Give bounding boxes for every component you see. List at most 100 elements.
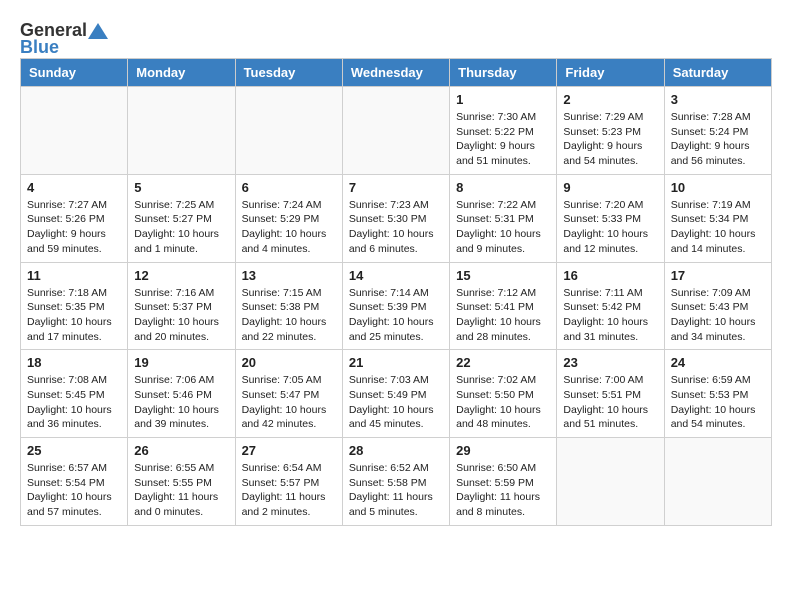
calendar-cell: 15 Sunrise: 7:12 AMSunset: 5:41 PMDayligh… bbox=[450, 262, 557, 350]
calendar-cell: 26 Sunrise: 6:55 AMSunset: 5:55 PMDayligh… bbox=[128, 438, 235, 526]
calendar-cell: 4 Sunrise: 7:27 AMSunset: 5:26 PMDaylight… bbox=[21, 174, 128, 262]
day-number: 25 bbox=[27, 443, 121, 458]
day-number: 10 bbox=[671, 180, 765, 195]
day-info: Sunrise: 7:03 AMSunset: 5:49 PMDaylight:… bbox=[349, 373, 443, 432]
calendar-cell: 9 Sunrise: 7:20 AMSunset: 5:33 PMDaylight… bbox=[557, 174, 664, 262]
col-header-sunday: Sunday bbox=[21, 59, 128, 87]
day-number: 21 bbox=[349, 355, 443, 370]
day-info: Sunrise: 7:12 AMSunset: 5:41 PMDaylight:… bbox=[456, 286, 550, 345]
day-info: Sunrise: 7:14 AMSunset: 5:39 PMDaylight:… bbox=[349, 286, 443, 345]
calendar-cell: 23 Sunrise: 7:00 AMSunset: 5:51 PMDayligh… bbox=[557, 350, 664, 438]
col-header-friday: Friday bbox=[557, 59, 664, 87]
calendar-week-row: 18 Sunrise: 7:08 AMSunset: 5:45 PMDayligh… bbox=[21, 350, 772, 438]
calendar-week-row: 1 Sunrise: 7:30 AMSunset: 5:22 PMDaylight… bbox=[21, 87, 772, 175]
day-info: Sunrise: 7:08 AMSunset: 5:45 PMDaylight:… bbox=[27, 373, 121, 432]
day-number: 16 bbox=[563, 268, 657, 283]
day-number: 29 bbox=[456, 443, 550, 458]
logo-blue-text: Blue bbox=[20, 37, 59, 58]
calendar-table: SundayMondayTuesdayWednesdayThursdayFrid… bbox=[20, 58, 772, 526]
calendar-cell: 8 Sunrise: 7:22 AMSunset: 5:31 PMDaylight… bbox=[450, 174, 557, 262]
day-info: Sunrise: 7:23 AMSunset: 5:30 PMDaylight:… bbox=[349, 198, 443, 257]
calendar-cell: 25 Sunrise: 6:57 AMSunset: 5:54 PMDayligh… bbox=[21, 438, 128, 526]
calendar-week-row: 25 Sunrise: 6:57 AMSunset: 5:54 PMDayligh… bbox=[21, 438, 772, 526]
day-number: 20 bbox=[242, 355, 336, 370]
day-info: Sunrise: 7:19 AMSunset: 5:34 PMDaylight:… bbox=[671, 198, 765, 257]
day-info: Sunrise: 7:30 AMSunset: 5:22 PMDaylight:… bbox=[456, 110, 550, 169]
day-number: 7 bbox=[349, 180, 443, 195]
calendar-cell: 18 Sunrise: 7:08 AMSunset: 5:45 PMDayligh… bbox=[21, 350, 128, 438]
day-info: Sunrise: 7:18 AMSunset: 5:35 PMDaylight:… bbox=[27, 286, 121, 345]
day-info: Sunrise: 7:05 AMSunset: 5:47 PMDaylight:… bbox=[242, 373, 336, 432]
calendar-cell: 19 Sunrise: 7:06 AMSunset: 5:46 PMDayligh… bbox=[128, 350, 235, 438]
day-info: Sunrise: 7:22 AMSunset: 5:31 PMDaylight:… bbox=[456, 198, 550, 257]
day-info: Sunrise: 6:52 AMSunset: 5:58 PMDaylight:… bbox=[349, 461, 443, 520]
calendar-cell: 6 Sunrise: 7:24 AMSunset: 5:29 PMDaylight… bbox=[235, 174, 342, 262]
day-info: Sunrise: 7:11 AMSunset: 5:42 PMDaylight:… bbox=[563, 286, 657, 345]
calendar-cell: 16 Sunrise: 7:11 AMSunset: 5:42 PMDayligh… bbox=[557, 262, 664, 350]
calendar-cell: 10 Sunrise: 7:19 AMSunset: 5:34 PMDayligh… bbox=[664, 174, 771, 262]
day-info: Sunrise: 6:50 AMSunset: 5:59 PMDaylight:… bbox=[456, 461, 550, 520]
day-info: Sunrise: 7:15 AMSunset: 5:38 PMDaylight:… bbox=[242, 286, 336, 345]
calendar-cell: 14Sunrise: 7:14 AMSunset: 5:39 PMDayligh… bbox=[342, 262, 449, 350]
day-number: 28 bbox=[349, 443, 443, 458]
calendar-cell: 1 Sunrise: 7:30 AMSunset: 5:22 PMDaylight… bbox=[450, 87, 557, 175]
day-number: 15 bbox=[456, 268, 550, 283]
calendar-cell: 3Sunrise: 7:28 AMSunset: 5:24 PMDaylight… bbox=[664, 87, 771, 175]
day-number: 18 bbox=[27, 355, 121, 370]
calendar-cell: 7 Sunrise: 7:23 AMSunset: 5:30 PMDaylight… bbox=[342, 174, 449, 262]
day-number: 9 bbox=[563, 180, 657, 195]
calendar-cell: 24 Sunrise: 6:59 AMSunset: 5:53 PMDayligh… bbox=[664, 350, 771, 438]
day-number: 5 bbox=[134, 180, 228, 195]
day-number: 17 bbox=[671, 268, 765, 283]
day-number: 13 bbox=[242, 268, 336, 283]
day-number: 2 bbox=[563, 92, 657, 107]
calendar-cell: 28 Sunrise: 6:52 AMSunset: 5:58 PMDayligh… bbox=[342, 438, 449, 526]
day-number: 1 bbox=[456, 92, 550, 107]
day-info: Sunrise: 7:00 AMSunset: 5:51 PMDaylight:… bbox=[563, 373, 657, 432]
day-number: 26 bbox=[134, 443, 228, 458]
day-number: 23 bbox=[563, 355, 657, 370]
day-info: Sunrise: 7:28 AMSunset: 5:24 PMDaylight:… bbox=[671, 110, 765, 169]
calendar-cell bbox=[128, 87, 235, 175]
day-info: Sunrise: 7:09 AMSunset: 5:43 PMDaylight:… bbox=[671, 286, 765, 345]
calendar-cell: 5 Sunrise: 7:25 AMSunset: 5:27 PMDaylight… bbox=[128, 174, 235, 262]
col-header-saturday: Saturday bbox=[664, 59, 771, 87]
calendar-cell: 11 Sunrise: 7:18 AMSunset: 5:35 PMDayligh… bbox=[21, 262, 128, 350]
calendar-cell: 17 Sunrise: 7:09 AMSunset: 5:43 PMDayligh… bbox=[664, 262, 771, 350]
day-info: Sunrise: 7:20 AMSunset: 5:33 PMDaylight:… bbox=[563, 198, 657, 257]
day-info: Sunrise: 7:25 AMSunset: 5:27 PMDaylight:… bbox=[134, 198, 228, 257]
day-number: 22 bbox=[456, 355, 550, 370]
day-info: Sunrise: 6:55 AMSunset: 5:55 PMDaylight:… bbox=[134, 461, 228, 520]
calendar-week-row: 11 Sunrise: 7:18 AMSunset: 5:35 PMDayligh… bbox=[21, 262, 772, 350]
calendar-cell bbox=[342, 87, 449, 175]
calendar-cell: 27Sunrise: 6:54 AMSunset: 5:57 PMDayligh… bbox=[235, 438, 342, 526]
day-info: Sunrise: 7:29 AMSunset: 5:23 PMDaylight:… bbox=[563, 110, 657, 169]
calendar-cell: 2 Sunrise: 7:29 AMSunset: 5:23 PMDaylight… bbox=[557, 87, 664, 175]
day-info: Sunrise: 6:57 AMSunset: 5:54 PMDaylight:… bbox=[27, 461, 121, 520]
day-number: 11 bbox=[27, 268, 121, 283]
logo-icon bbox=[88, 23, 108, 39]
col-header-thursday: Thursday bbox=[450, 59, 557, 87]
calendar-week-row: 4 Sunrise: 7:27 AMSunset: 5:26 PMDaylight… bbox=[21, 174, 772, 262]
logo: General Blue bbox=[20, 20, 109, 58]
calendar-cell bbox=[664, 438, 771, 526]
day-number: 6 bbox=[242, 180, 336, 195]
col-header-tuesday: Tuesday bbox=[235, 59, 342, 87]
calendar-cell bbox=[235, 87, 342, 175]
calendar-cell: 13 Sunrise: 7:15 AMSunset: 5:38 PMDayligh… bbox=[235, 262, 342, 350]
calendar-cell: 21 Sunrise: 7:03 AMSunset: 5:49 PMDayligh… bbox=[342, 350, 449, 438]
day-info: Sunrise: 6:59 AMSunset: 5:53 PMDaylight:… bbox=[671, 373, 765, 432]
day-number: 8 bbox=[456, 180, 550, 195]
day-info: Sunrise: 7:24 AMSunset: 5:29 PMDaylight:… bbox=[242, 198, 336, 257]
day-info: Sunrise: 7:27 AMSunset: 5:26 PMDaylight:… bbox=[27, 198, 121, 257]
day-number: 24 bbox=[671, 355, 765, 370]
day-info: Sunrise: 7:16 AMSunset: 5:37 PMDaylight:… bbox=[134, 286, 228, 345]
day-info: Sunrise: 7:06 AMSunset: 5:46 PMDaylight:… bbox=[134, 373, 228, 432]
day-info: Sunrise: 7:02 AMSunset: 5:50 PMDaylight:… bbox=[456, 373, 550, 432]
day-number: 19 bbox=[134, 355, 228, 370]
calendar-cell bbox=[557, 438, 664, 526]
calendar-cell: 12Sunrise: 7:16 AMSunset: 5:37 PMDayligh… bbox=[128, 262, 235, 350]
calendar-cell: 20 Sunrise: 7:05 AMSunset: 5:47 PMDayligh… bbox=[235, 350, 342, 438]
calendar-header-row: SundayMondayTuesdayWednesdayThursdayFrid… bbox=[21, 59, 772, 87]
day-number: 4 bbox=[27, 180, 121, 195]
